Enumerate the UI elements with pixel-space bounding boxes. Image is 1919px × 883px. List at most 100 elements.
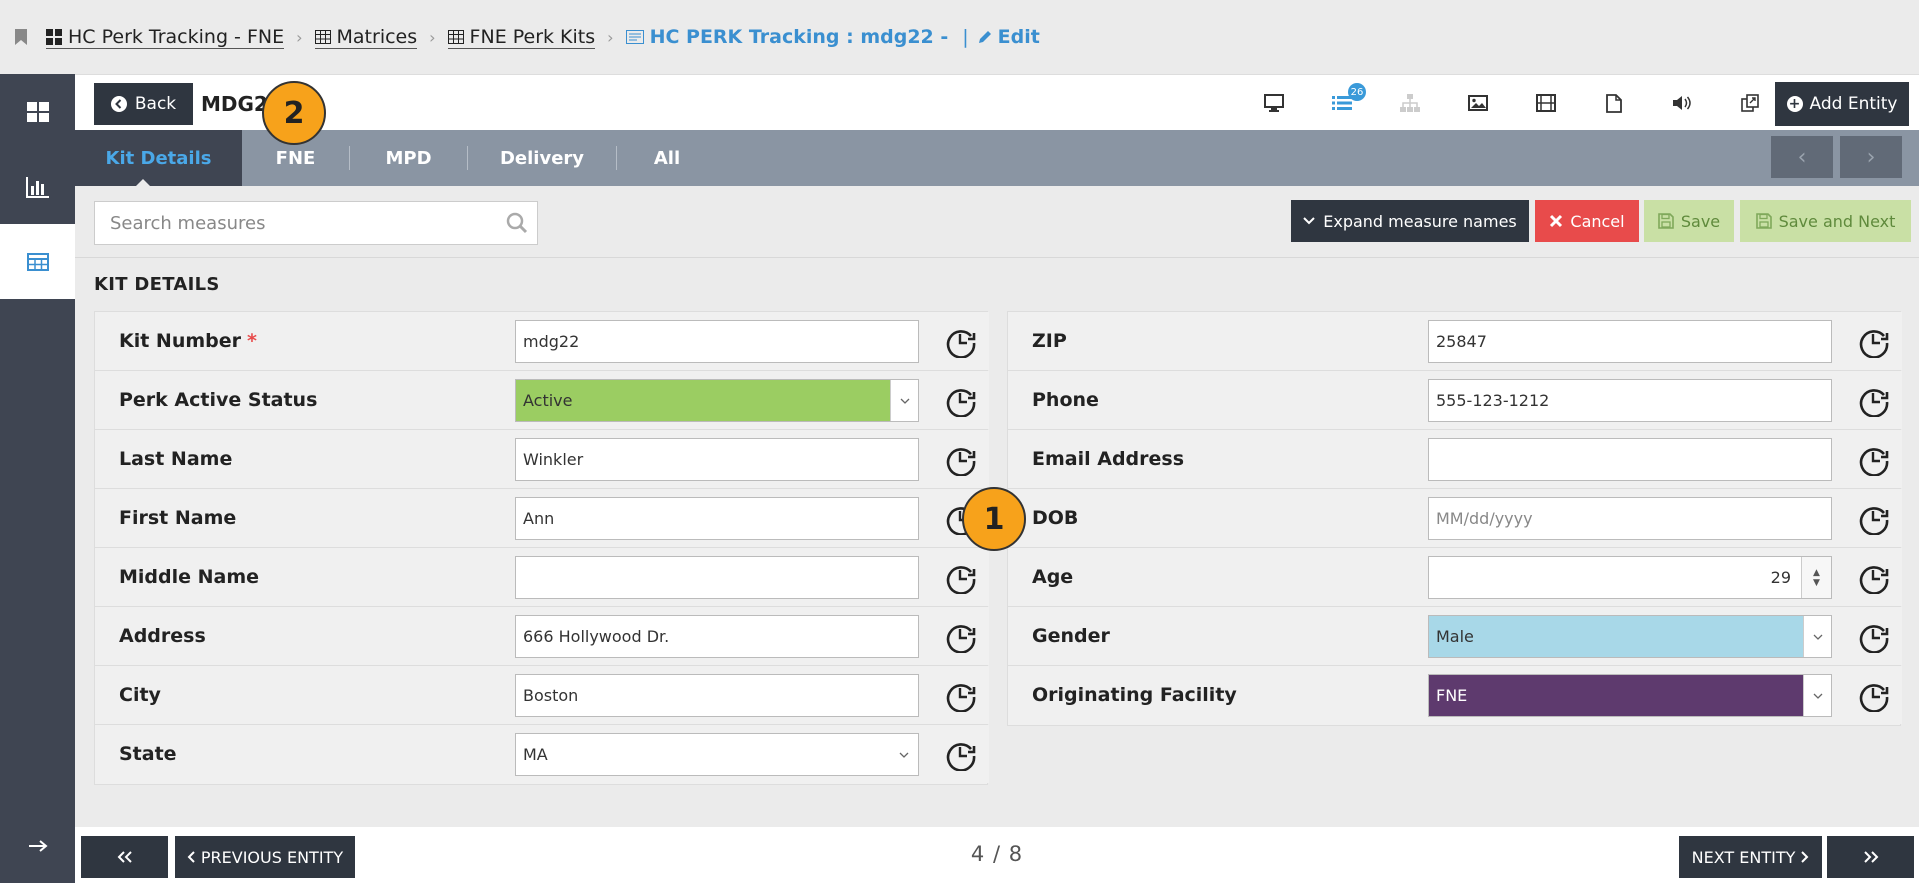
field-row-address: Address 666 Hollywood Dr.	[95, 607, 989, 666]
tab-mpd[interactable]: MPD	[350, 130, 467, 186]
tab-scroll-left-button[interactable]: ‹	[1771, 136, 1833, 178]
breadcrumb-label: HC Perk Tracking - FNE	[68, 25, 285, 48]
perk-active-status-select[interactable]: Active	[515, 379, 919, 422]
sidebar-item-charts[interactable]	[0, 149, 75, 224]
history-clock-icon[interactable]	[1858, 385, 1890, 417]
sidebar-item-dashboard[interactable]	[0, 74, 75, 149]
previous-entity-label: PREVIOUS ENTITY	[200, 847, 344, 867]
view-list[interactable]: 26	[1308, 83, 1376, 119]
callout-marker-1: 1	[962, 487, 1026, 551]
decrement-arrow-icon[interactable]: ▼	[1813, 578, 1820, 588]
history-clock-icon[interactable]	[1858, 680, 1890, 712]
phone-input[interactable]: 555-123-1212	[1428, 379, 1832, 422]
view-related[interactable]	[1716, 87, 1784, 119]
view-hierarchy[interactable]	[1376, 87, 1444, 119]
field-label: Age	[1032, 566, 1074, 588]
state-select[interactable]: MA	[515, 733, 919, 776]
add-entity-button[interactable]: + Add Entity	[1775, 82, 1909, 126]
dob-date-input[interactable]: MM/dd/yyyy	[1428, 497, 1832, 540]
history-clock-icon[interactable]	[1858, 503, 1890, 535]
tab-all[interactable]: All	[617, 130, 717, 186]
field-cell	[1428, 430, 1902, 488]
field-label: Last Name	[119, 448, 233, 470]
first-entity-button[interactable]	[81, 836, 168, 878]
view-desktop[interactable]	[1240, 87, 1308, 119]
next-entity-button[interactable]: NEXT ENTITY	[1679, 836, 1822, 878]
history-clock-icon[interactable]	[945, 326, 977, 358]
previous-entity-button[interactable]: PREVIOUS ENTITY	[175, 836, 355, 878]
address-input[interactable]: 666 Hollywood Dr.	[515, 615, 919, 658]
history-clock-icon[interactable]	[945, 739, 977, 771]
dashboard-grid-icon	[46, 28, 62, 45]
field-row-gender: Gender Male	[1008, 607, 1902, 666]
view-switcher: 26	[1240, 83, 1784, 119]
select-value: Active	[523, 391, 573, 410]
field-cell: Ann	[515, 489, 989, 547]
table-icon	[26, 252, 49, 271]
back-button[interactable]: Back	[94, 83, 193, 125]
age-value: 29	[1770, 568, 1791, 587]
zip-input[interactable]: 25847	[1428, 320, 1832, 363]
tab-kit-details[interactable]: Kit Details	[75, 130, 242, 187]
entity-pagination: PREVIOUS ENTITY 4 / 8 NEXT ENTITY	[75, 827, 1919, 883]
field-label: Gender	[1032, 625, 1110, 647]
view-images[interactable]	[1444, 87, 1512, 119]
entity-position: 4 / 8	[970, 842, 1024, 866]
email-field[interactable]	[1428, 438, 1832, 481]
view-audio[interactable]	[1648, 87, 1716, 119]
history-clock-icon[interactable]	[945, 444, 977, 476]
chevron-left-icon	[187, 851, 195, 863]
breadcrumb-item-fne-perk-kits[interactable]: FNE Perk Kits	[447, 25, 596, 49]
age-stepper[interactable]: 29 ▲ ▼	[1428, 556, 1832, 599]
save-and-next-button[interactable]: Save and Next	[1740, 200, 1911, 242]
first-name-input[interactable]: Ann	[515, 497, 919, 540]
sidebar-collapse-toggle[interactable]	[0, 808, 75, 883]
cancel-button[interactable]: Cancel	[1535, 200, 1639, 242]
field-cell: Winkler	[515, 430, 989, 488]
field-cell: Boston	[515, 666, 989, 724]
middle-name-input[interactable]	[515, 556, 919, 599]
history-clock-icon[interactable]	[945, 385, 977, 417]
edit-link[interactable]: Edit	[977, 26, 1040, 48]
save-button[interactable]: Save	[1644, 200, 1734, 242]
history-clock-icon[interactable]	[1858, 562, 1890, 594]
field-row-first-name: First Name Ann	[95, 489, 989, 548]
bookmark-icon[interactable]	[14, 28, 28, 46]
tab-scroll-right-button[interactable]: ›	[1840, 136, 1902, 178]
floppy-disk-icon	[1755, 213, 1772, 229]
history-clock-icon[interactable]	[1858, 444, 1890, 476]
chevron-right-icon	[1801, 851, 1809, 863]
history-clock-icon[interactable]	[945, 621, 977, 653]
breadcrumb-item-perk-tracking[interactable]: HC Perk Tracking - FNE	[46, 25, 285, 49]
tab-bar: Kit Details FNE MPD Delivery All ‹ ›	[75, 130, 1919, 187]
field-cell: 29 ▲ ▼	[1428, 548, 1902, 606]
view-video[interactable]	[1512, 87, 1580, 119]
history-clock-icon[interactable]	[945, 680, 977, 712]
history-clock-icon[interactable]	[945, 562, 977, 594]
last-name-input[interactable]: Winkler	[515, 438, 919, 481]
last-entity-button[interactable]	[1827, 836, 1914, 878]
breadcrumb-label: FNE Perk Kits	[469, 25, 596, 48]
chevron-down-icon	[1303, 217, 1315, 225]
kit-number-input[interactable]: mdg22	[515, 320, 919, 363]
city-input[interactable]: Boston	[515, 674, 919, 717]
count-badge: 26	[1348, 83, 1366, 101]
increment-arrow-icon[interactable]: ▲	[1813, 568, 1820, 578]
spinner-buttons[interactable]: ▲ ▼	[1801, 557, 1831, 598]
history-clock-icon[interactable]	[1858, 621, 1890, 653]
originating-facility-select[interactable]: FNE	[1428, 674, 1832, 717]
speaker-icon	[1673, 96, 1691, 110]
tab-delivery[interactable]: Delivery	[468, 130, 616, 186]
breadcrumb-item-matrices[interactable]: Matrices	[314, 26, 418, 49]
chevron-down-icon	[1803, 675, 1831, 716]
view-documents[interactable]	[1580, 87, 1648, 119]
breadcrumb: HC Perk Tracking - FNE › Matrices › FNE …	[0, 0, 1919, 74]
sidebar-item-tables[interactable]	[0, 224, 75, 299]
save-label: Save	[1680, 211, 1721, 231]
chevron-right-icon: ›	[1866, 144, 1876, 170]
expand-measure-names-button[interactable]: Expand measure names	[1291, 200, 1529, 242]
search-input[interactable]: Search measures	[94, 201, 538, 245]
gender-select[interactable]: Male	[1428, 615, 1832, 658]
search-icon[interactable]	[497, 212, 537, 234]
history-clock-icon[interactable]	[1858, 326, 1890, 358]
